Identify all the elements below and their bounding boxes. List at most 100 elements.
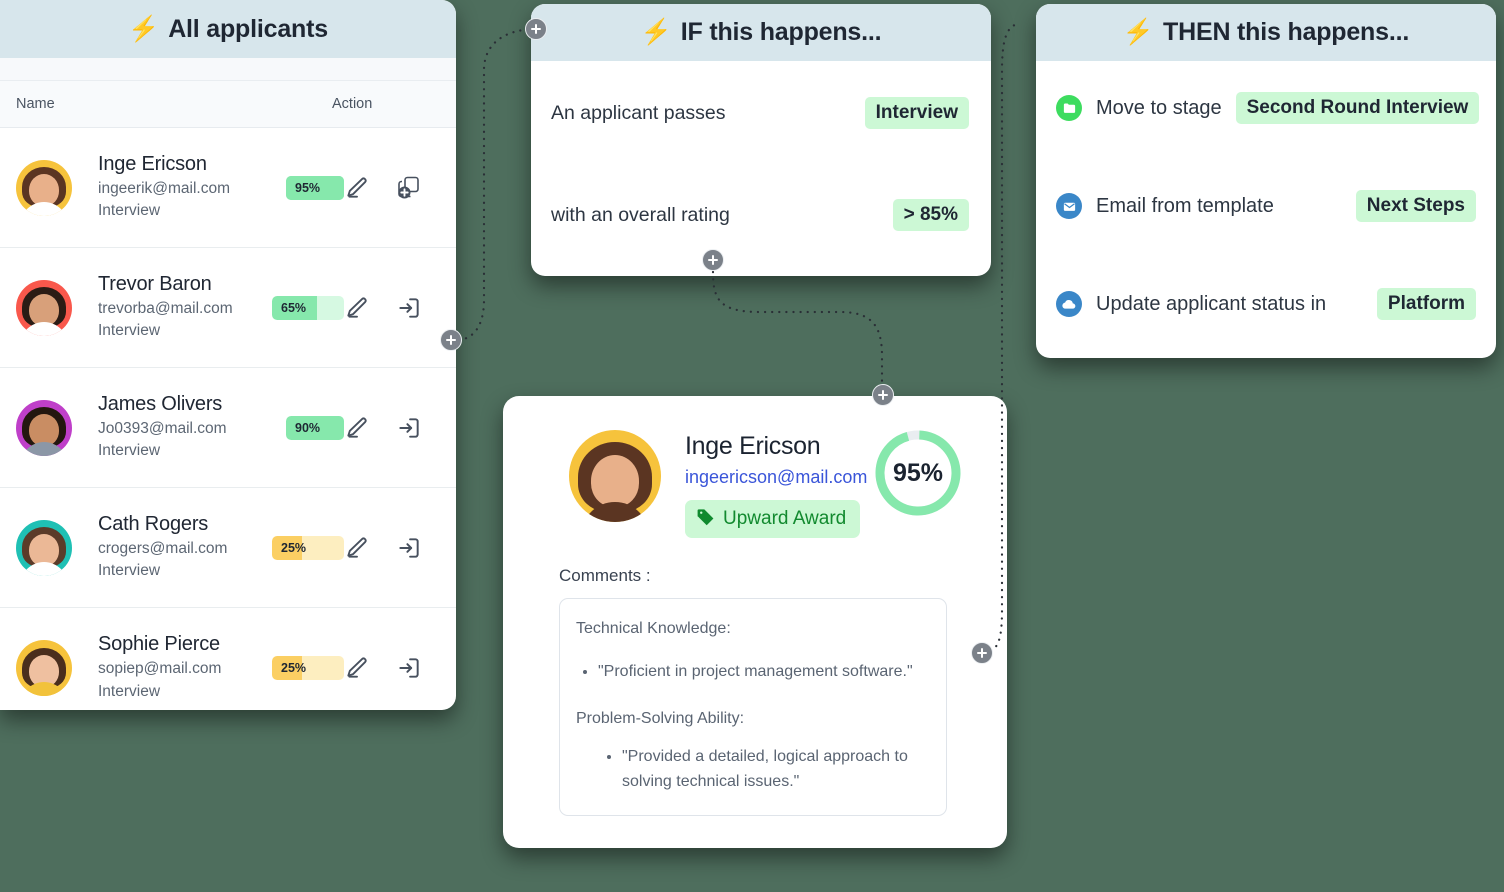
avatar — [16, 279, 72, 336]
pencil-icon — [347, 657, 367, 678]
move-button[interactable] — [396, 535, 422, 561]
table-row[interactable]: James Olivers Jo0393@mail.com Interview 90% — [0, 368, 456, 488]
row-actions — [344, 415, 456, 441]
action-row-email-template[interactable]: Email from template Next Steps — [1036, 183, 1496, 229]
edit-button[interactable] — [344, 295, 370, 321]
connector-node-if-left[interactable] — [525, 18, 547, 40]
edit-button[interactable] — [344, 415, 370, 441]
then-card-title: THEN this happens... — [1163, 18, 1410, 46]
action-value-badge[interactable]: Next Steps — [1355, 190, 1476, 222]
if-conditions: An applicant passes Interview with an ov… — [531, 61, 991, 241]
duplicate-button[interactable] — [396, 175, 422, 201]
column-header-name: Name — [16, 96, 55, 112]
score-donut-chart: 95% — [872, 427, 964, 519]
table-row[interactable]: Cath Rogers crogers@mail.com Interview 25% — [0, 488, 456, 608]
edit-button[interactable] — [344, 175, 370, 201]
applicant-email: crogers@mail.com — [98, 539, 228, 557]
avatar — [16, 640, 72, 696]
pencil-icon — [347, 417, 367, 438]
comment-bullet: "Provided a detailed, logical approach t… — [622, 745, 930, 795]
applicants-header: ⚡ All applicants — [0, 0, 456, 58]
comments-box: Technical Knowledge: "Proficient in proj… — [559, 598, 947, 816]
log-in-icon — [399, 297, 419, 318]
award-badge: Upward Award — [685, 500, 861, 538]
applicant-stage: Interview — [98, 202, 161, 219]
profile-name: Inge Ericson — [685, 432, 821, 460]
condition-label: An applicant passes — [551, 101, 726, 124]
if-card-title: IF this happens... — [680, 18, 882, 46]
connector-node-if-bottom[interactable] — [702, 249, 724, 271]
connector-node-profile-right[interactable] — [971, 642, 993, 664]
applicant-email: trevorba@mail.com — [98, 299, 233, 317]
pencil-icon — [347, 297, 367, 318]
table-row[interactable]: Trevor Baron trevorba@mail.com Interview 65… — [0, 248, 456, 368]
applicant-stage: Interview — [98, 562, 161, 579]
row-actions — [344, 175, 456, 201]
envelope-icon — [1056, 193, 1082, 219]
row-actions — [344, 295, 456, 321]
applicant-identity: Inge Ericson ingeerik@mail.com Interview — [72, 153, 286, 223]
comment-heading: Technical Knowledge: — [576, 620, 731, 637]
action-label: Move to stage — [1096, 96, 1222, 119]
comment-bullet: "Proficient in project management softwa… — [598, 660, 930, 685]
condition-row[interactable]: An applicant passes Interview — [531, 87, 991, 139]
award-label: Upward Award — [723, 508, 847, 529]
applicant-email: Jo0393@mail.com — [98, 419, 227, 437]
applicant-stage: Interview — [98, 442, 161, 459]
applicant-name: Inge Ericson — [98, 152, 207, 175]
applicant-name: James Olivers — [98, 392, 223, 415]
table-row[interactable]: Sophie Pierce sopiep@mail.com Interview 25% — [0, 608, 456, 710]
lightning-bolt-icon: ⚡ — [128, 14, 160, 43]
then-action-card: ⚡ THEN this happens... Move to stage Sec… — [1036, 4, 1496, 358]
action-value-badge[interactable]: Second Round Interview — [1235, 92, 1480, 124]
applicant-identity: Cath Rogers crogers@mail.com Interview — [72, 513, 272, 583]
move-button[interactable] — [396, 295, 422, 321]
column-header-action: Action — [332, 96, 373, 112]
condition-value-badge[interactable]: Interview — [864, 97, 969, 129]
edit-button[interactable] — [344, 535, 370, 561]
add-copy-icon — [398, 176, 419, 198]
lightning-bolt-icon: ⚡ — [640, 18, 672, 46]
comments-label: Comments : — [559, 566, 651, 585]
action-row-move-to-stage[interactable]: Move to stage Second Round Interview — [1036, 85, 1496, 131]
connector-node-applicants[interactable] — [440, 329, 462, 351]
profile-email[interactable]: ingeericson@mail.com — [685, 467, 867, 488]
action-label: Update applicant status in — [1096, 292, 1327, 315]
applicant-stage: Interview — [98, 682, 161, 700]
pencil-icon — [347, 177, 367, 198]
score-bar: 90% — [286, 415, 344, 440]
score-value: 95% — [892, 458, 944, 487]
score-bar: 95% — [286, 175, 344, 200]
lightning-bolt-icon: ⚡ — [1122, 18, 1155, 46]
score-bar: 25% — [272, 656, 344, 680]
applicant-identity: Sophie Pierce sopiep@mail.com Interview — [72, 633, 272, 703]
score-label: 65% — [281, 300, 307, 315]
table-header-row: Name Action — [0, 81, 456, 128]
move-button[interactable] — [396, 655, 422, 681]
profile-identity: Inge Ericson ingeericson@mail.com Upward… — [661, 430, 867, 538]
then-card-header: ⚡ THEN this happens... — [1036, 4, 1496, 61]
page-title: All applicants — [168, 14, 328, 43]
pencil-icon — [347, 537, 367, 558]
action-value-badge[interactable]: Platform — [1376, 288, 1476, 320]
condition-row[interactable]: with an overall rating > 85% — [531, 189, 991, 241]
move-button[interactable] — [396, 415, 422, 441]
avatar — [16, 519, 72, 576]
action-label: Email from template — [1096, 194, 1274, 217]
applicant-stage: Interview — [98, 322, 161, 339]
table-row[interactable]: Inge Ericson ingeerik@mail.com Interview 95… — [0, 128, 456, 248]
score-label: 25% — [281, 540, 307, 555]
row-actions — [344, 535, 456, 561]
score-label: 25% — [281, 661, 307, 675]
action-row-update-status[interactable]: Update applicant status in Platform — [1036, 281, 1496, 327]
condition-value-badge[interactable]: > 85% — [892, 199, 969, 231]
applicant-email: ingeerik@mail.com — [98, 179, 231, 197]
applicant-identity: Trevor Baron trevorba@mail.com Interview — [72, 273, 272, 343]
edit-button[interactable] — [344, 655, 370, 681]
avatar — [16, 399, 72, 456]
condition-label: with an overall rating — [551, 203, 730, 226]
connector-node-profile-top[interactable] — [872, 384, 894, 406]
